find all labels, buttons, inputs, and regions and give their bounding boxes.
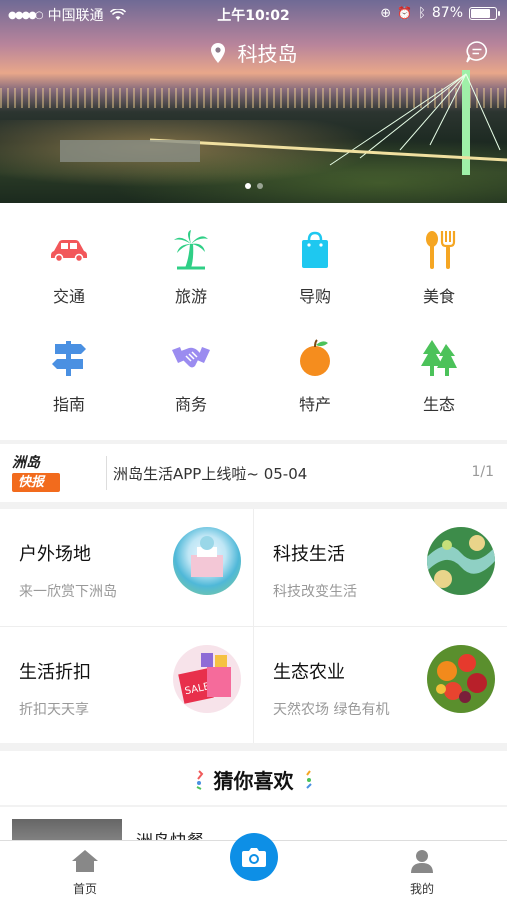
news-ticker[interactable]: 洲岛 快报 洲岛生活APP上线啦~ 05-04 1/1	[0, 444, 507, 502]
status-bar: ●●●●○ 中国联通 上午10:02 ⊕ ⏰ ᛒ 87%	[0, 0, 507, 28]
pagination-dot[interactable]	[244, 183, 251, 189]
bridge-illustration	[60, 70, 507, 175]
category-label: 指南	[52, 395, 85, 414]
category-grid: 交通 旅游 导购 美食 指南 商务 特产 生态	[0, 203, 507, 440]
palm-tree-icon	[174, 230, 208, 270]
card-discount[interactable]: 生活折扣 折扣天天享 SALE	[0, 627, 253, 743]
banner-image[interactable]	[0, 0, 507, 203]
tab-label: 我的	[409, 882, 434, 896]
rotation-lock-icon: ⊕	[380, 5, 392, 21]
category-travel[interactable]: 旅游	[128, 225, 254, 307]
decoration-icon	[305, 769, 312, 789]
recommend-section-header: 猜你喜欢	[0, 751, 507, 805]
card-title: 户外场地	[19, 544, 91, 565]
camera-icon	[242, 848, 266, 867]
location-label: 科技岛	[237, 42, 298, 66]
handshake-icon	[172, 347, 210, 368]
car-icon	[51, 240, 87, 263]
discount-image: SALE	[173, 645, 241, 713]
category-traffic[interactable]: 交通	[6, 225, 132, 307]
news-headline[interactable]: 洲岛生活APP上线啦~ 05-04	[113, 463, 307, 484]
category-ecology[interactable]: 生态	[376, 333, 502, 415]
signpost-icon	[52, 341, 86, 376]
battery-icon	[469, 6, 500, 20]
category-business[interactable]: 商务	[128, 333, 254, 415]
shopping-bag-icon	[302, 231, 328, 268]
category-specialty[interactable]: 特产	[252, 333, 378, 415]
decoration-icon	[196, 769, 203, 790]
pine-tree-icon	[421, 340, 457, 376]
card-title: 生态农业	[273, 662, 345, 683]
category-label: 交通	[52, 287, 85, 306]
alarm-icon: ⏰	[397, 6, 413, 20]
card-eco-agriculture[interactable]: 生态农业 天然农场 绿色有机	[254, 627, 507, 743]
location-pin-icon	[210, 42, 225, 63]
category-label: 特产	[298, 395, 331, 414]
battery-percent: 87%	[431, 5, 463, 21]
location-selector[interactable]: 科技岛	[0, 38, 507, 67]
tab-mine[interactable]: 我的	[382, 849, 462, 897]
eco-agriculture-image	[427, 645, 495, 713]
category-guide[interactable]: 指南	[6, 333, 132, 415]
category-shopping[interactable]: 导购	[252, 225, 378, 307]
message-button[interactable]	[465, 40, 489, 68]
category-food[interactable]: 美食	[376, 225, 502, 307]
category-label: 生态	[422, 395, 455, 414]
user-icon	[411, 850, 433, 873]
tab-home[interactable]: 首页	[45, 849, 125, 897]
card-title: 科技生活	[273, 544, 345, 565]
bluetooth-icon: ᛒ	[418, 5, 426, 21]
card-title: 生活折扣	[19, 662, 91, 683]
banner-pagination	[0, 183, 507, 189]
category-label: 导购	[298, 287, 331, 306]
category-label: 旅游	[174, 287, 207, 306]
category-label: 美食	[422, 287, 455, 306]
feature-cards: 户外场地 来一欣赏下洲岛 科技生活 科技改变生活 生活折扣 折扣天天享 SALE…	[0, 509, 507, 743]
card-subtitle: 来一欣赏下洲岛	[19, 584, 117, 600]
orange-fruit-icon	[300, 339, 330, 376]
card-subtitle: 天然农场 绿色有机	[273, 702, 390, 718]
tech-life-image	[427, 527, 495, 595]
recommend-title: 猜你喜欢	[213, 769, 294, 793]
camera-button[interactable]	[230, 833, 278, 881]
news-page-indicator: 1/1	[471, 464, 494, 480]
card-subtitle: 科技改变生活	[273, 584, 357, 600]
news-logo: 洲岛 快报	[12, 455, 100, 492]
outdoor-venue-image	[173, 527, 241, 595]
bottom-tab-bar: 首页 我的	[0, 833, 507, 901]
card-tech-life[interactable]: 科技生活 科技改变生活	[254, 509, 507, 625]
spoon-fork-icon	[426, 231, 456, 269]
category-label: 商务	[174, 395, 207, 414]
card-subtitle: 折扣天天享	[19, 702, 89, 718]
home-icon	[72, 850, 98, 872]
tab-label: 首页	[72, 882, 97, 896]
chat-bubble-icon	[466, 41, 488, 63]
card-outdoor[interactable]: 户外场地 来一欣赏下洲岛	[0, 509, 253, 625]
pagination-dot[interactable]	[256, 183, 263, 189]
